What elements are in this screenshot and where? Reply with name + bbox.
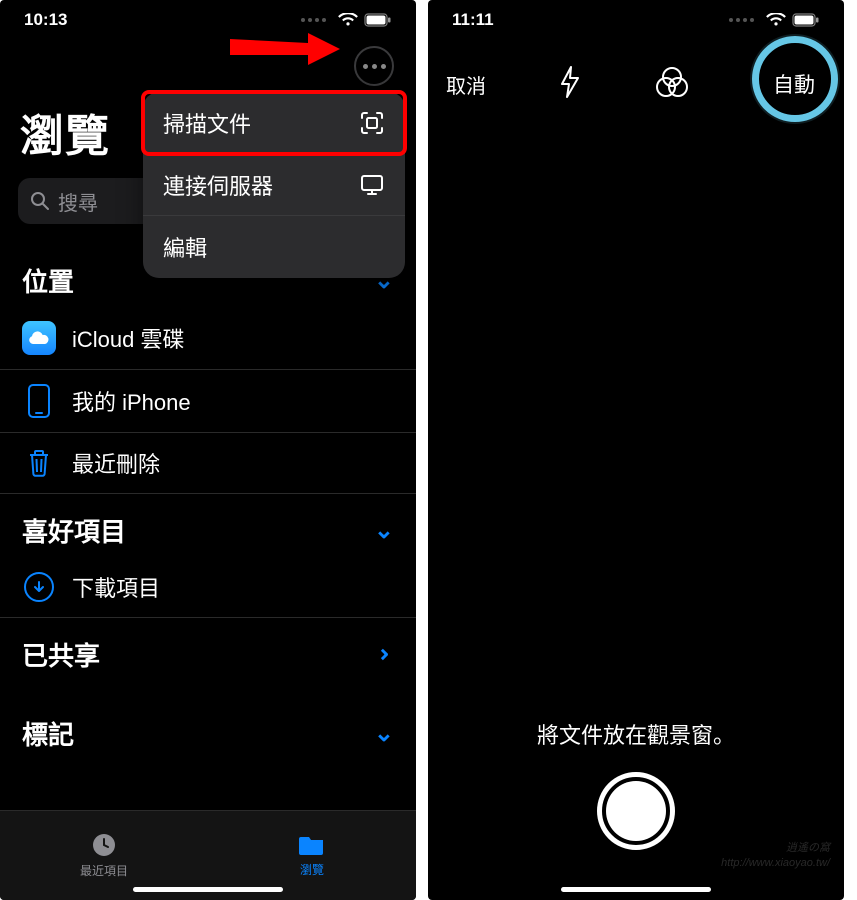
row-downloads[interactable]: 下載項目 bbox=[0, 557, 416, 617]
status-time: 10:13 bbox=[24, 10, 67, 30]
menu-edit[interactable]: 編輯 bbox=[143, 216, 405, 278]
filter-icon bbox=[655, 66, 689, 98]
download-icon bbox=[24, 572, 54, 602]
menu-connect-server[interactable]: 連接伺服器 bbox=[143, 154, 405, 216]
auto-mode-button[interactable]: 自動 bbox=[762, 62, 826, 106]
home-indicator[interactable] bbox=[133, 887, 283, 892]
section-favorites[interactable]: 喜好項目 ⌄ bbox=[0, 494, 416, 557]
icloud-icon bbox=[22, 321, 56, 355]
flash-button[interactable] bbox=[559, 66, 581, 103]
search-placeholder: 搜尋 bbox=[58, 187, 98, 216]
chevron-down-icon: ⌄ bbox=[374, 719, 394, 748]
row-recently-deleted[interactable]: 最近刪除 bbox=[0, 432, 416, 493]
home-indicator[interactable] bbox=[561, 887, 711, 892]
clock-icon bbox=[91, 832, 117, 858]
menu-scan-documents[interactable]: 掃描文件 bbox=[143, 92, 405, 154]
context-menu: 掃描文件 連接伺服器 編輯 bbox=[143, 92, 405, 278]
wifi-icon bbox=[338, 13, 358, 27]
monitor-icon bbox=[359, 173, 385, 197]
status-bar: 11:11 bbox=[428, 0, 844, 40]
folder-icon bbox=[298, 833, 326, 857]
status-bar: 10:13 bbox=[0, 0, 416, 40]
chevron-right-icon: ⌄ bbox=[365, 644, 394, 664]
trash-icon bbox=[22, 447, 56, 479]
status-time: 11:11 bbox=[452, 10, 494, 30]
section-tags[interactable]: 標記 ⌄ bbox=[0, 681, 416, 760]
scan-icon bbox=[359, 110, 385, 136]
battery-icon bbox=[792, 13, 820, 27]
filter-button[interactable] bbox=[655, 66, 689, 103]
chevron-down-icon: ⌄ bbox=[374, 516, 394, 545]
wifi-icon bbox=[766, 13, 786, 27]
cancel-button[interactable]: 取消 bbox=[446, 70, 486, 99]
battery-icon bbox=[364, 13, 392, 27]
flash-icon bbox=[559, 66, 581, 98]
status-icons bbox=[729, 13, 820, 27]
row-my-iphone[interactable]: 我的 iPhone bbox=[0, 369, 416, 432]
iphone-icon bbox=[28, 384, 50, 418]
row-icloud-drive[interactable]: iCloud 雲碟 bbox=[0, 307, 416, 369]
scan-hint: 將文件放在觀景窗。 bbox=[428, 718, 844, 750]
status-icons bbox=[301, 13, 392, 27]
shutter-button[interactable] bbox=[597, 772, 675, 850]
watermark: 逍遙の窩 http://www.xiaoyao.tw/ bbox=[721, 841, 830, 870]
more-button[interactable] bbox=[354, 46, 394, 86]
section-shared[interactable]: 已共享 ⌄ bbox=[0, 618, 416, 681]
search-icon bbox=[30, 191, 50, 211]
